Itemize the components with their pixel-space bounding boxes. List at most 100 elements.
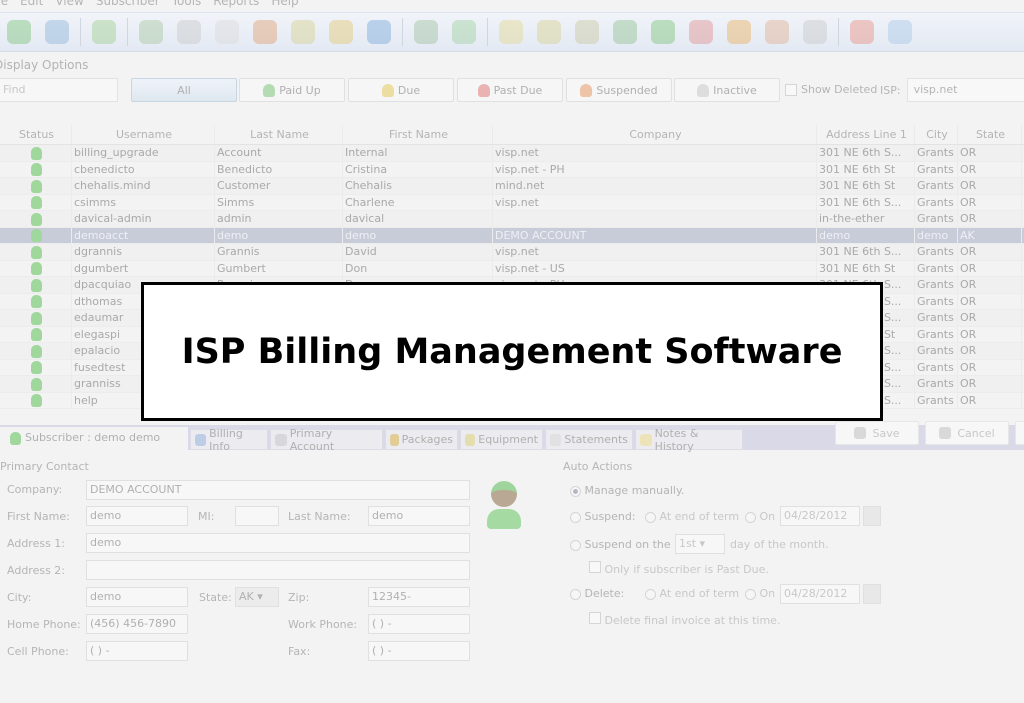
tab-statements[interactable]: Statements bbox=[545, 429, 633, 450]
only-past-due-checkbox[interactable]: Only if subscriber is Past Due. bbox=[589, 561, 769, 576]
column-header-first-name[interactable]: First Name bbox=[343, 125, 493, 144]
spam-icon[interactable] bbox=[727, 20, 751, 44]
delete-date-field[interactable]: 04/28/2012 bbox=[780, 584, 860, 604]
add-subscriber-icon[interactable] bbox=[7, 20, 31, 44]
menu-item-tools[interactable]: Tools bbox=[172, 0, 202, 8]
help-lifebuoy-icon[interactable] bbox=[850, 20, 874, 44]
cell-phone-field[interactable]: ( ) - bbox=[86, 641, 188, 661]
delete-end-of-term-radio[interactable]: At end of term bbox=[645, 587, 739, 600]
city-field[interactable]: demo bbox=[86, 587, 188, 607]
suspend-on-radio[interactable]: On bbox=[745, 510, 775, 523]
home-phone-field[interactable]: (456) 456-7890 bbox=[86, 614, 188, 634]
menu-item-reports[interactable]: Reports bbox=[213, 0, 259, 8]
add-note-icon[interactable] bbox=[499, 20, 523, 44]
menu-item-help[interactable]: Help bbox=[271, 0, 298, 8]
find-input[interactable]: Find bbox=[0, 78, 118, 102]
packages-icon[interactable] bbox=[291, 20, 315, 44]
menu-item-subscriber[interactable]: Subscriber bbox=[96, 0, 160, 8]
mi-field[interactable] bbox=[235, 506, 279, 526]
menu-item-view[interactable]: View bbox=[55, 0, 83, 8]
cancel-button[interactable]: Cancel bbox=[925, 421, 1009, 445]
column-header-state[interactable]: State bbox=[958, 125, 1022, 144]
mailbox-icon[interactable] bbox=[689, 20, 713, 44]
table-row[interactable]: csimms Simms Charlene visp.net 301 NE 6th S.… bbox=[0, 194, 1024, 211]
filter-all-button[interactable]: All bbox=[131, 78, 237, 102]
tab-primary-account[interactable]: Primary Account bbox=[270, 427, 383, 453]
fax-field[interactable]: ( ) - bbox=[368, 641, 470, 661]
menu-item-file[interactable]: File bbox=[0, 0, 8, 8]
delete-on-radio[interactable]: On bbox=[745, 587, 775, 600]
tab-equipment[interactable]: Equipment bbox=[460, 429, 543, 450]
chart-icon[interactable] bbox=[613, 20, 637, 44]
tab-billing-info[interactable]: Billing Info bbox=[190, 427, 268, 453]
filter-due-button[interactable]: Due bbox=[348, 78, 454, 102]
globe-icon[interactable] bbox=[367, 20, 391, 44]
edit-note-icon[interactable] bbox=[537, 20, 561, 44]
tab-subscriber[interactable]: Subscriber : demo demo bbox=[0, 427, 188, 450]
table-row[interactable]: dgumbert Gumbert Don visp.net - US 301 NE 6t… bbox=[0, 260, 1024, 277]
new-invoice-icon[interactable] bbox=[139, 20, 163, 44]
state-select[interactable]: AK ▾ bbox=[235, 587, 279, 607]
table-row[interactable]: chehalis.mind Customer Chehalis mind.net 301… bbox=[0, 178, 1024, 195]
cell-city: Grants P... bbox=[915, 376, 958, 392]
day-select[interactable]: 1st ▾ bbox=[675, 534, 725, 554]
suspend-on-day-radio[interactable]: Suspend on the bbox=[570, 538, 671, 551]
isp-value[interactable]: visp.net bbox=[906, 78, 1024, 102]
filter-inactive-button[interactable]: Inactive bbox=[674, 78, 780, 102]
company-field[interactable]: DEMO ACCOUNT bbox=[86, 480, 470, 500]
column-header-last-name[interactable]: Last Name bbox=[215, 125, 343, 144]
help-button[interactable] bbox=[1015, 421, 1024, 445]
zip-field[interactable]: 12345- bbox=[368, 587, 470, 607]
suspend-radio[interactable]: Suspend: bbox=[570, 510, 636, 523]
edit-globe-icon[interactable] bbox=[45, 20, 69, 44]
users-icon[interactable] bbox=[253, 20, 277, 44]
filter-icon[interactable] bbox=[765, 20, 789, 44]
column-header-city[interactable]: City bbox=[915, 125, 958, 144]
clock-icon[interactable] bbox=[177, 20, 201, 44]
save-button[interactable]: Save bbox=[835, 421, 919, 445]
cell-company: visp.net bbox=[493, 244, 817, 260]
user-check-icon[interactable] bbox=[651, 20, 675, 44]
manage-manually-radio[interactable]: Manage manually. bbox=[570, 484, 684, 497]
work-phone-field[interactable]: ( ) - bbox=[368, 614, 470, 634]
filter-suspended-button[interactable]: Suspended bbox=[566, 78, 672, 102]
document-icon[interactable] bbox=[215, 20, 239, 44]
filter-past-due-button[interactable]: Past Due bbox=[457, 78, 563, 102]
address1-field[interactable]: demo bbox=[86, 533, 470, 553]
show-deleted-checkbox[interactable]: Show Deleted bbox=[785, 83, 877, 96]
tab-packages[interactable]: Packages bbox=[385, 429, 458, 450]
table-row[interactable]: demoacct demo demo DEMO ACCOUNT demo demo AK bbox=[0, 227, 1024, 244]
email-icon[interactable] bbox=[452, 20, 476, 44]
first-name-field[interactable]: demo bbox=[86, 506, 188, 526]
note-icon[interactable] bbox=[329, 20, 353, 44]
list-icon[interactable] bbox=[803, 20, 827, 44]
table-row[interactable]: billing_upgrade Account Internal visp.net 30… bbox=[0, 145, 1024, 162]
column-header-address-line-1[interactable]: Address Line 1 bbox=[817, 125, 915, 144]
table-row[interactable]: cbenedicto Benedicto Cristina visp.net - PH… bbox=[0, 161, 1024, 178]
suspend-end-of-term-radio[interactable]: At end of term bbox=[645, 510, 739, 523]
person-icon bbox=[580, 83, 593, 97]
subscriber-icon bbox=[10, 431, 21, 445]
delete-icon[interactable] bbox=[92, 20, 116, 44]
menu-item-edit[interactable]: Edit bbox=[20, 0, 43, 8]
column-header-company[interactable]: Company bbox=[493, 125, 817, 144]
calendar-icon[interactable] bbox=[863, 584, 881, 604]
status-cell bbox=[0, 376, 72, 392]
delete-radio[interactable]: Delete: bbox=[570, 587, 624, 600]
toolbar-separator bbox=[80, 18, 81, 46]
help-icon[interactable] bbox=[888, 20, 912, 44]
isp-select[interactable]: ISP: visp.net bbox=[880, 78, 1024, 102]
tab-notes-history[interactable]: Notes & History bbox=[635, 427, 743, 453]
address2-field[interactable] bbox=[86, 560, 470, 580]
column-header-username[interactable]: Username bbox=[72, 125, 215, 144]
delete-invoice-checkbox[interactable]: Delete final invoice at this time. bbox=[589, 612, 780, 627]
table-row[interactable]: davical-admin admin davical in-the-ether Gra… bbox=[0, 211, 1024, 228]
column-header-status[interactable]: Status bbox=[0, 125, 72, 144]
tools-icon[interactable] bbox=[414, 20, 438, 44]
filter-paid-up-button[interactable]: Paid Up bbox=[239, 78, 345, 102]
table-row[interactable]: dgrannis Grannis David visp.net 301 NE 6th S… bbox=[0, 244, 1024, 261]
suspend-date-field[interactable]: 04/28/2012 bbox=[780, 506, 860, 526]
last-name-field[interactable]: demo bbox=[368, 506, 470, 526]
calendar-icon[interactable] bbox=[863, 506, 881, 526]
report-icon[interactable] bbox=[575, 20, 599, 44]
